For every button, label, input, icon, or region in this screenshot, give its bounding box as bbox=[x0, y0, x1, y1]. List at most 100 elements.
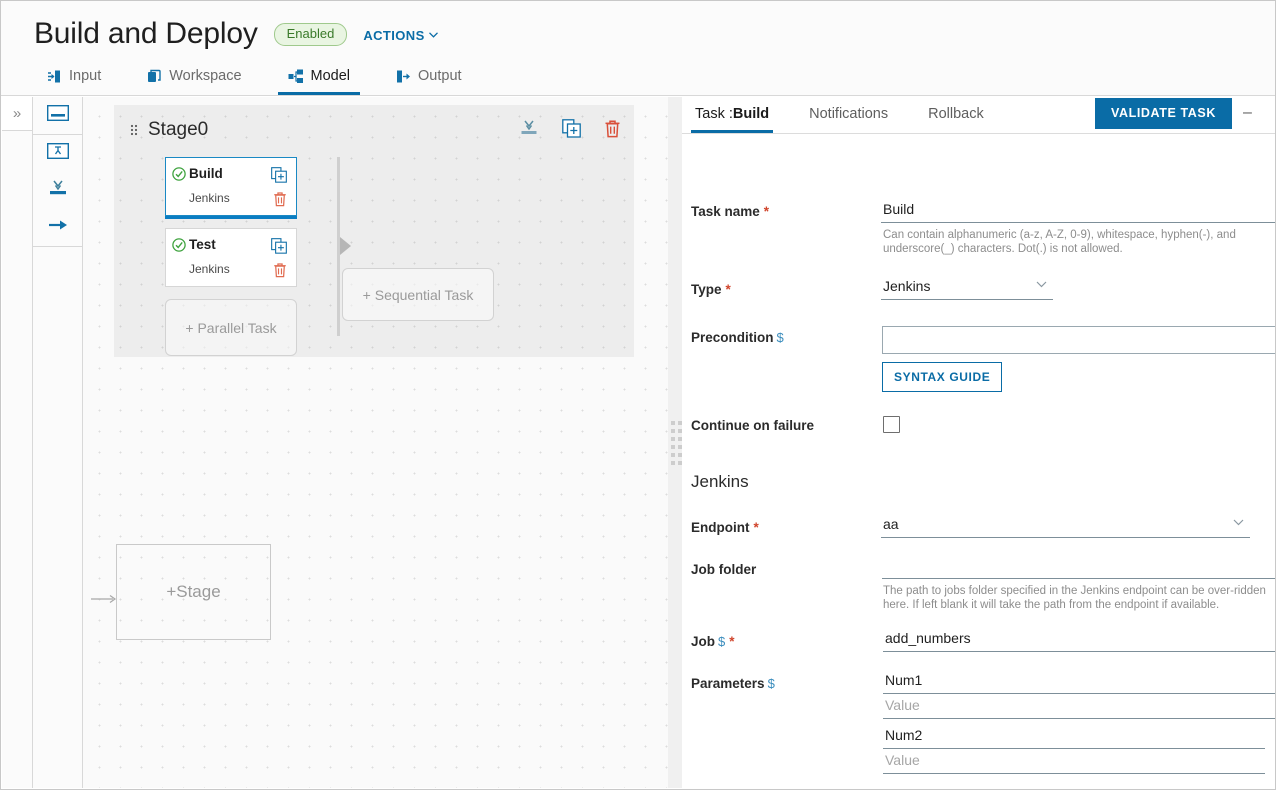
add-parallel-task-button[interactable]: + Parallel Task bbox=[165, 299, 297, 356]
parameters-label: Parameters $ bbox=[691, 676, 775, 691]
stage-header: Stage0 bbox=[114, 105, 634, 155]
tab-rollback[interactable]: Rollback bbox=[924, 106, 988, 133]
tab-output-label: Output bbox=[418, 68, 462, 84]
tab-notifications[interactable]: Notifications bbox=[805, 106, 892, 133]
type-select-input[interactable] bbox=[881, 278, 1053, 300]
endpoint-label-text: Endpoint bbox=[691, 520, 750, 535]
minimize-panel-button[interactable]: – bbox=[1243, 105, 1257, 123]
add-sequential-task-button[interactable]: + Sequential Task bbox=[342, 268, 494, 321]
model-canvas[interactable]: Stage0 Build Jenkins Test Jenkins + Para… bbox=[83, 97, 668, 788]
palette-stage-tool[interactable] bbox=[33, 97, 82, 134]
panel-splitter[interactable] bbox=[668, 97, 682, 788]
tab-task[interactable]: Task :Build bbox=[691, 106, 774, 133]
expression-dollar-icon: $ bbox=[718, 634, 726, 649]
expression-dollar-icon: $ bbox=[776, 330, 784, 345]
stage-flow-arrow-icon bbox=[340, 237, 351, 255]
task-name-hint-line1: Can contain alphanumeric (a-z, A-Z, 0-9)… bbox=[883, 229, 1236, 241]
task-valid-icon bbox=[172, 238, 186, 257]
parameter-key-input-1[interactable] bbox=[883, 727, 1265, 749]
task-list: Build Jenkins Test Jenkins + Parallel Ta… bbox=[165, 157, 297, 356]
parameter-value-input-1[interactable] bbox=[883, 752, 1265, 774]
type-label-text: Type bbox=[691, 282, 722, 297]
title-row: Build and Deploy Enabled ACTIONS bbox=[34, 16, 438, 52]
endpoint-select[interactable] bbox=[881, 516, 1250, 538]
task-name-hint-line2: underscore(_) characters. Dot(.) is not … bbox=[883, 243, 1123, 255]
endpoint-select-input[interactable] bbox=[881, 516, 1250, 538]
tab-output[interactable]: Output bbox=[386, 68, 472, 95]
stage-drag-handle[interactable] bbox=[130, 123, 138, 138]
task-name-label: Task name * bbox=[691, 204, 769, 219]
task-icon bbox=[46, 142, 69, 164]
jenkins-section-title: Jenkins bbox=[691, 472, 749, 491]
stage-icon bbox=[46, 104, 69, 126]
palette-toolbar bbox=[33, 97, 83, 788]
task-title: Build bbox=[189, 166, 223, 181]
type-label: Type * bbox=[691, 282, 731, 297]
tab-model[interactable]: Model bbox=[277, 68, 361, 95]
task-title: Test bbox=[189, 237, 216, 252]
arrow-icon bbox=[47, 218, 69, 237]
job-folder-hint-line1: The path to jobs folder specified in the… bbox=[883, 585, 1266, 597]
status-badge: Enabled bbox=[273, 22, 348, 46]
job-folder-input[interactable] bbox=[882, 557, 1275, 579]
workspace-icon bbox=[147, 69, 162, 84]
sidebar-collapse-button[interactable]: » bbox=[2, 97, 33, 131]
validate-task-button[interactable]: VALIDATE TASK bbox=[1094, 98, 1232, 129]
job-folder-label: Job folder bbox=[691, 562, 757, 577]
chevron-down-icon bbox=[428, 31, 438, 41]
task-valid-icon bbox=[172, 167, 186, 186]
task-name-input[interactable] bbox=[881, 201, 1275, 223]
delete-task-icon[interactable] bbox=[273, 262, 287, 283]
task-type: Jenkins bbox=[189, 262, 230, 276]
continue-on-failure-label: Continue on failure bbox=[691, 418, 814, 433]
page-header: Build and Deploy Enabled ACTIONS bbox=[1, 1, 1275, 63]
delete-task-icon[interactable] bbox=[273, 191, 287, 212]
syntax-guide-button[interactable]: SYNTAX GUIDE bbox=[882, 362, 1003, 392]
required-marker: * bbox=[753, 520, 759, 535]
required-marker: * bbox=[725, 282, 731, 297]
stage-container[interactable]: Stage0 Build Jenkins Test Jenkins + Para… bbox=[114, 105, 634, 357]
palette-group-primary bbox=[33, 97, 82, 135]
precondition-input[interactable] bbox=[882, 326, 1275, 354]
copy-stage-icon[interactable] bbox=[562, 119, 581, 143]
tab-task-label: Task : bbox=[695, 106, 733, 122]
double-chevron-right-icon: » bbox=[12, 105, 22, 122]
panel-tabbar: Task :Build Notifications Rollback VALID… bbox=[682, 97, 1275, 134]
required-marker: * bbox=[763, 204, 770, 219]
task-card-build[interactable]: Build Jenkins bbox=[165, 157, 297, 216]
input-icon bbox=[47, 69, 62, 84]
job-input[interactable] bbox=[883, 630, 1275, 652]
delete-stage-icon[interactable] bbox=[604, 119, 621, 143]
page-title: Build and Deploy bbox=[34, 17, 258, 50]
continue-on-failure-checkbox[interactable] bbox=[883, 416, 900, 433]
add-stage-button[interactable]: +Stage bbox=[116, 544, 271, 640]
task-details-panel: Task :Build Notifications Rollback VALID… bbox=[682, 97, 1275, 788]
output-icon bbox=[396, 69, 411, 84]
tab-input[interactable]: Input bbox=[37, 68, 111, 95]
job-folder-hint-line2: here. If left blank it will take the pat… bbox=[883, 599, 1220, 611]
add-stage-arrow-icon bbox=[91, 591, 117, 603]
import-icon bbox=[47, 180, 69, 202]
stage-toolbar bbox=[519, 119, 621, 143]
app-root: Build and Deploy Enabled ACTIONS Input W… bbox=[0, 0, 1276, 790]
actions-menu-button[interactable]: ACTIONS bbox=[363, 28, 438, 43]
palette-import-tool[interactable] bbox=[33, 172, 82, 209]
main-tabbar: Input Workspace Model Output bbox=[1, 61, 1275, 96]
task-card-test[interactable]: Test Jenkins bbox=[165, 228, 297, 287]
job-label-text: Job bbox=[691, 634, 716, 649]
tab-input-label: Input bbox=[69, 68, 102, 84]
tab-workspace-label: Workspace bbox=[169, 68, 242, 84]
parameters-label-text: Parameters bbox=[691, 676, 765, 691]
copy-task-icon[interactable] bbox=[271, 167, 287, 188]
parameter-key-input-0[interactable] bbox=[883, 672, 1275, 694]
palette-transition-tool[interactable] bbox=[33, 209, 82, 246]
import-stage-icon[interactable] bbox=[519, 120, 539, 142]
parameter-value-input-0[interactable] bbox=[883, 697, 1275, 719]
endpoint-label: Endpoint * bbox=[691, 520, 759, 535]
required-marker: * bbox=[729, 634, 735, 649]
type-select[interactable] bbox=[881, 278, 1053, 300]
palette-task-tool[interactable] bbox=[33, 135, 82, 172]
task-name-label-text: Task name bbox=[691, 204, 760, 219]
copy-task-icon[interactable] bbox=[271, 238, 287, 259]
tab-workspace[interactable]: Workspace bbox=[137, 68, 251, 95]
